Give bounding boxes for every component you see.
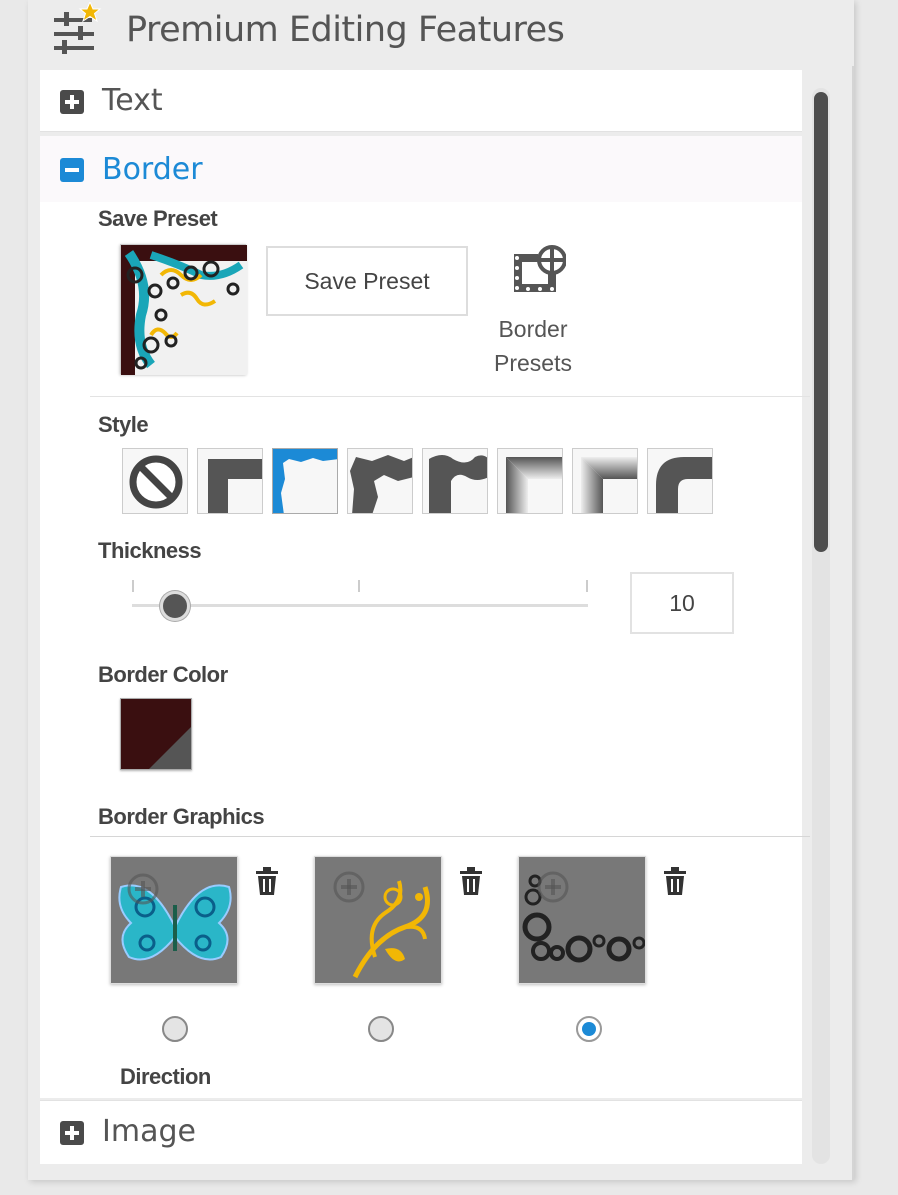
border-presets-icon[interactable]	[508, 244, 566, 302]
graphic-circles[interactable]	[518, 856, 646, 984]
rounded-border-icon	[656, 457, 712, 513]
style-option-gradient-inset[interactable]	[572, 448, 638, 514]
no-style-icon	[129, 455, 183, 509]
border-presets-label[interactable]: Border Presets	[478, 312, 588, 380]
thickness-heading: Thickness	[98, 538, 202, 563]
section-text[interactable]: Text	[40, 70, 802, 132]
scrollbar[interactable]	[812, 88, 830, 1164]
section-border-header[interactable]: Border	[40, 136, 802, 202]
collapse-icon	[60, 158, 84, 182]
graphic-circles-radio[interactable]	[576, 1016, 602, 1042]
section-image-header[interactable]: Image	[40, 1101, 802, 1163]
square-border-icon	[208, 459, 262, 513]
thickness-slider-handle[interactable]	[160, 591, 190, 621]
panel-title: Premium Editing Features	[126, 10, 565, 50]
section-border-label: Border	[102, 152, 203, 187]
preset-thumbnail	[120, 244, 247, 375]
thickness-slider[interactable]	[132, 604, 588, 607]
premium-editing-panel: Premium Editing Features Text Border Sav…	[28, 0, 854, 1180]
expand-icon	[60, 1121, 84, 1145]
section-text-header[interactable]: Text	[40, 70, 802, 132]
style-option-rough[interactable]	[347, 448, 413, 514]
thickness-input[interactable]	[630, 572, 734, 634]
graphic-butterfly[interactable]	[110, 856, 238, 984]
border-color-heading: Border Color	[98, 662, 228, 687]
border-presets-label-line2: Presets	[494, 350, 572, 376]
slider-tick	[586, 580, 588, 592]
trash-icon[interactable]	[458, 866, 484, 896]
slider-tick	[132, 580, 134, 592]
divider	[90, 396, 810, 397]
save-preset-heading: Save Preset	[98, 206, 218, 231]
section-image[interactable]: Image	[40, 1100, 802, 1164]
graphic-swirl-flourish[interactable]	[314, 856, 442, 984]
scrollbar-thumb[interactable]	[814, 92, 828, 552]
style-option-rounded[interactable]	[647, 448, 713, 514]
sliders-star-icon	[54, 2, 102, 54]
style-heading: Style	[98, 412, 149, 437]
rough-blue-border-icon	[273, 449, 337, 513]
graphic-butterfly-radio[interactable]	[162, 1016, 188, 1042]
wavy-border-icon	[429, 455, 487, 513]
panel-header: Premium Editing Features	[28, 0, 854, 66]
section-image-label: Image	[102, 1114, 196, 1149]
graphic-swirl-radio[interactable]	[368, 1016, 394, 1042]
save-preset-button[interactable]: Save Preset	[266, 246, 468, 316]
style-option-square-thick[interactable]	[197, 448, 263, 514]
style-option-wavy[interactable]	[422, 448, 488, 514]
bevel-border-icon	[506, 457, 562, 513]
divider	[90, 836, 810, 837]
style-option-gradient-bevel[interactable]	[497, 448, 563, 514]
expand-icon	[60, 90, 84, 114]
border-presets-label-line1: Border	[498, 316, 568, 342]
section-text-label: Text	[102, 83, 163, 118]
trash-icon[interactable]	[662, 866, 688, 896]
border-graphics-heading: Border Graphics	[98, 804, 265, 829]
style-option-none[interactable]	[122, 448, 188, 514]
slider-tick	[358, 580, 360, 592]
style-option-rough-blue[interactable]	[272, 448, 338, 514]
border-color-swatch[interactable]	[120, 698, 192, 770]
section-border: Border Save Preset Save Preset Border Pr…	[40, 136, 810, 1098]
direction-heading: Direction	[120, 1064, 211, 1089]
trash-icon[interactable]	[254, 866, 280, 896]
rough-border-icon	[350, 455, 412, 513]
inset-border-icon	[581, 457, 637, 513]
